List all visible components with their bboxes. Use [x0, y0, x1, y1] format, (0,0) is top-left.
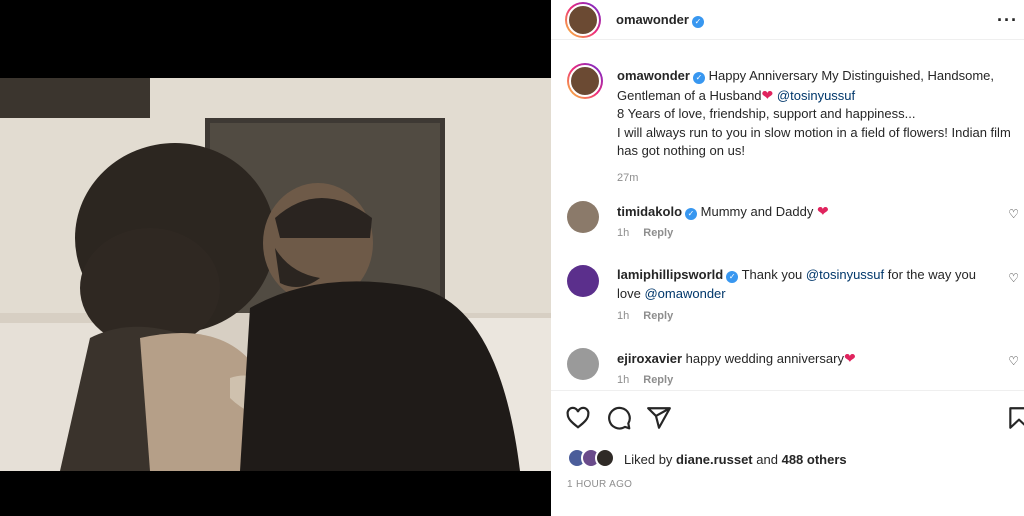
- post-header: omawonder ✓ ···: [551, 0, 1024, 40]
- likes-middle: and: [756, 452, 778, 467]
- share-icon[interactable]: [646, 405, 672, 431]
- caption-username[interactable]: omawonder: [617, 68, 690, 83]
- reply-button[interactable]: Reply: [643, 310, 673, 322]
- bookmark-icon[interactable]: [1006, 405, 1024, 431]
- couple-photo-illustration: [0, 78, 551, 471]
- comment-meta: 1h Reply: [617, 374, 673, 386]
- red-heart-emoji-icon: ❤: [843, 350, 856, 366]
- comment-body: Thank you: [741, 267, 803, 282]
- likes-prefix: Liked by: [624, 452, 673, 467]
- comment-like-heart-icon[interactable]: ♡: [1008, 207, 1019, 221]
- comment-text: ejiroxavier happy wedding anniversary❤: [617, 349, 987, 369]
- comment-time[interactable]: 1h: [617, 374, 629, 386]
- post-time-ago[interactable]: 1 HOUR AGO: [567, 479, 632, 490]
- comment-username[interactable]: ejiroxavier: [617, 351, 682, 366]
- liker-avatar: [595, 448, 615, 468]
- comment-body: happy wedding anniversary: [685, 351, 844, 366]
- commenter-avatar[interactable]: [567, 348, 599, 380]
- reply-button[interactable]: Reply: [643, 374, 673, 386]
- author-avatar[interactable]: [565, 2, 601, 38]
- comment-text: timidakolo ✓ Mummy and Daddy ❤: [617, 202, 987, 222]
- red-heart-emoji-icon: ❤: [816, 203, 829, 219]
- liker-avatars[interactable]: [567, 448, 627, 468]
- likes-summary: Liked by diane.russet and 488 others: [624, 452, 847, 467]
- post-photo[interactable]: [0, 78, 551, 471]
- comment-mention[interactable]: @omawonder: [644, 286, 725, 301]
- post-actions: Liked by diane.russet and 488 others 1 H…: [551, 390, 1024, 516]
- red-heart-emoji-icon: ❤: [761, 86, 774, 103]
- comment-icon[interactable]: [606, 405, 632, 431]
- reply-button[interactable]: Reply: [643, 227, 673, 239]
- comment-meta: 1h Reply: [617, 310, 673, 322]
- verified-badge-icon: ✓: [685, 208, 698, 220]
- comment-username[interactable]: lamiphillipsworld: [617, 267, 723, 282]
- verified-badge-icon: ✓: [692, 72, 705, 84]
- caption-line2: 8 Years of love, friendship, support and…: [617, 106, 916, 121]
- comment-text: lamiphillipsworld ✓ Thank you @tosinyussu…: [617, 266, 997, 303]
- likes-others-link[interactable]: 488 others: [782, 452, 847, 467]
- comment-like-heart-icon[interactable]: ♡: [1008, 354, 1019, 368]
- commenter-avatar[interactable]: [567, 265, 599, 297]
- caption-line3: I will always run to you in slow motion …: [617, 124, 1011, 159]
- post-details-panel: omawonder ✓ ··· omawonder ✓ Happy Annivers…: [551, 0, 1024, 516]
- comment-body: Mummy and Daddy: [700, 204, 814, 219]
- commenter-avatar[interactable]: [567, 201, 599, 233]
- heart-icon[interactable]: [565, 405, 591, 431]
- caption-mention[interactable]: @tosinyussuf: [777, 88, 855, 103]
- author-name-row: omawonder ✓: [616, 12, 704, 28]
- caption-text: omawonder ✓ Happy Anniversary My Distingu…: [617, 67, 1022, 187]
- more-options-icon[interactable]: ···: [997, 10, 1018, 31]
- caption-avatar[interactable]: [567, 63, 603, 99]
- comment-time[interactable]: 1h: [617, 227, 629, 239]
- comment-like-heart-icon[interactable]: ♡: [1008, 271, 1019, 285]
- verified-badge-icon: ✓: [726, 271, 739, 283]
- verified-badge-icon: ✓: [691, 16, 704, 28]
- comment-meta: 1h Reply: [617, 227, 673, 239]
- comment-username[interactable]: timidakolo: [617, 204, 682, 219]
- caption-timestamp[interactable]: 27m: [617, 169, 1022, 188]
- author-username[interactable]: omawonder: [616, 12, 689, 27]
- liked-by-user[interactable]: diane.russet: [676, 452, 753, 467]
- comment-time[interactable]: 1h: [617, 310, 629, 322]
- comment-mention[interactable]: @tosinyussuf: [806, 267, 884, 282]
- post-media[interactable]: [0, 0, 551, 516]
